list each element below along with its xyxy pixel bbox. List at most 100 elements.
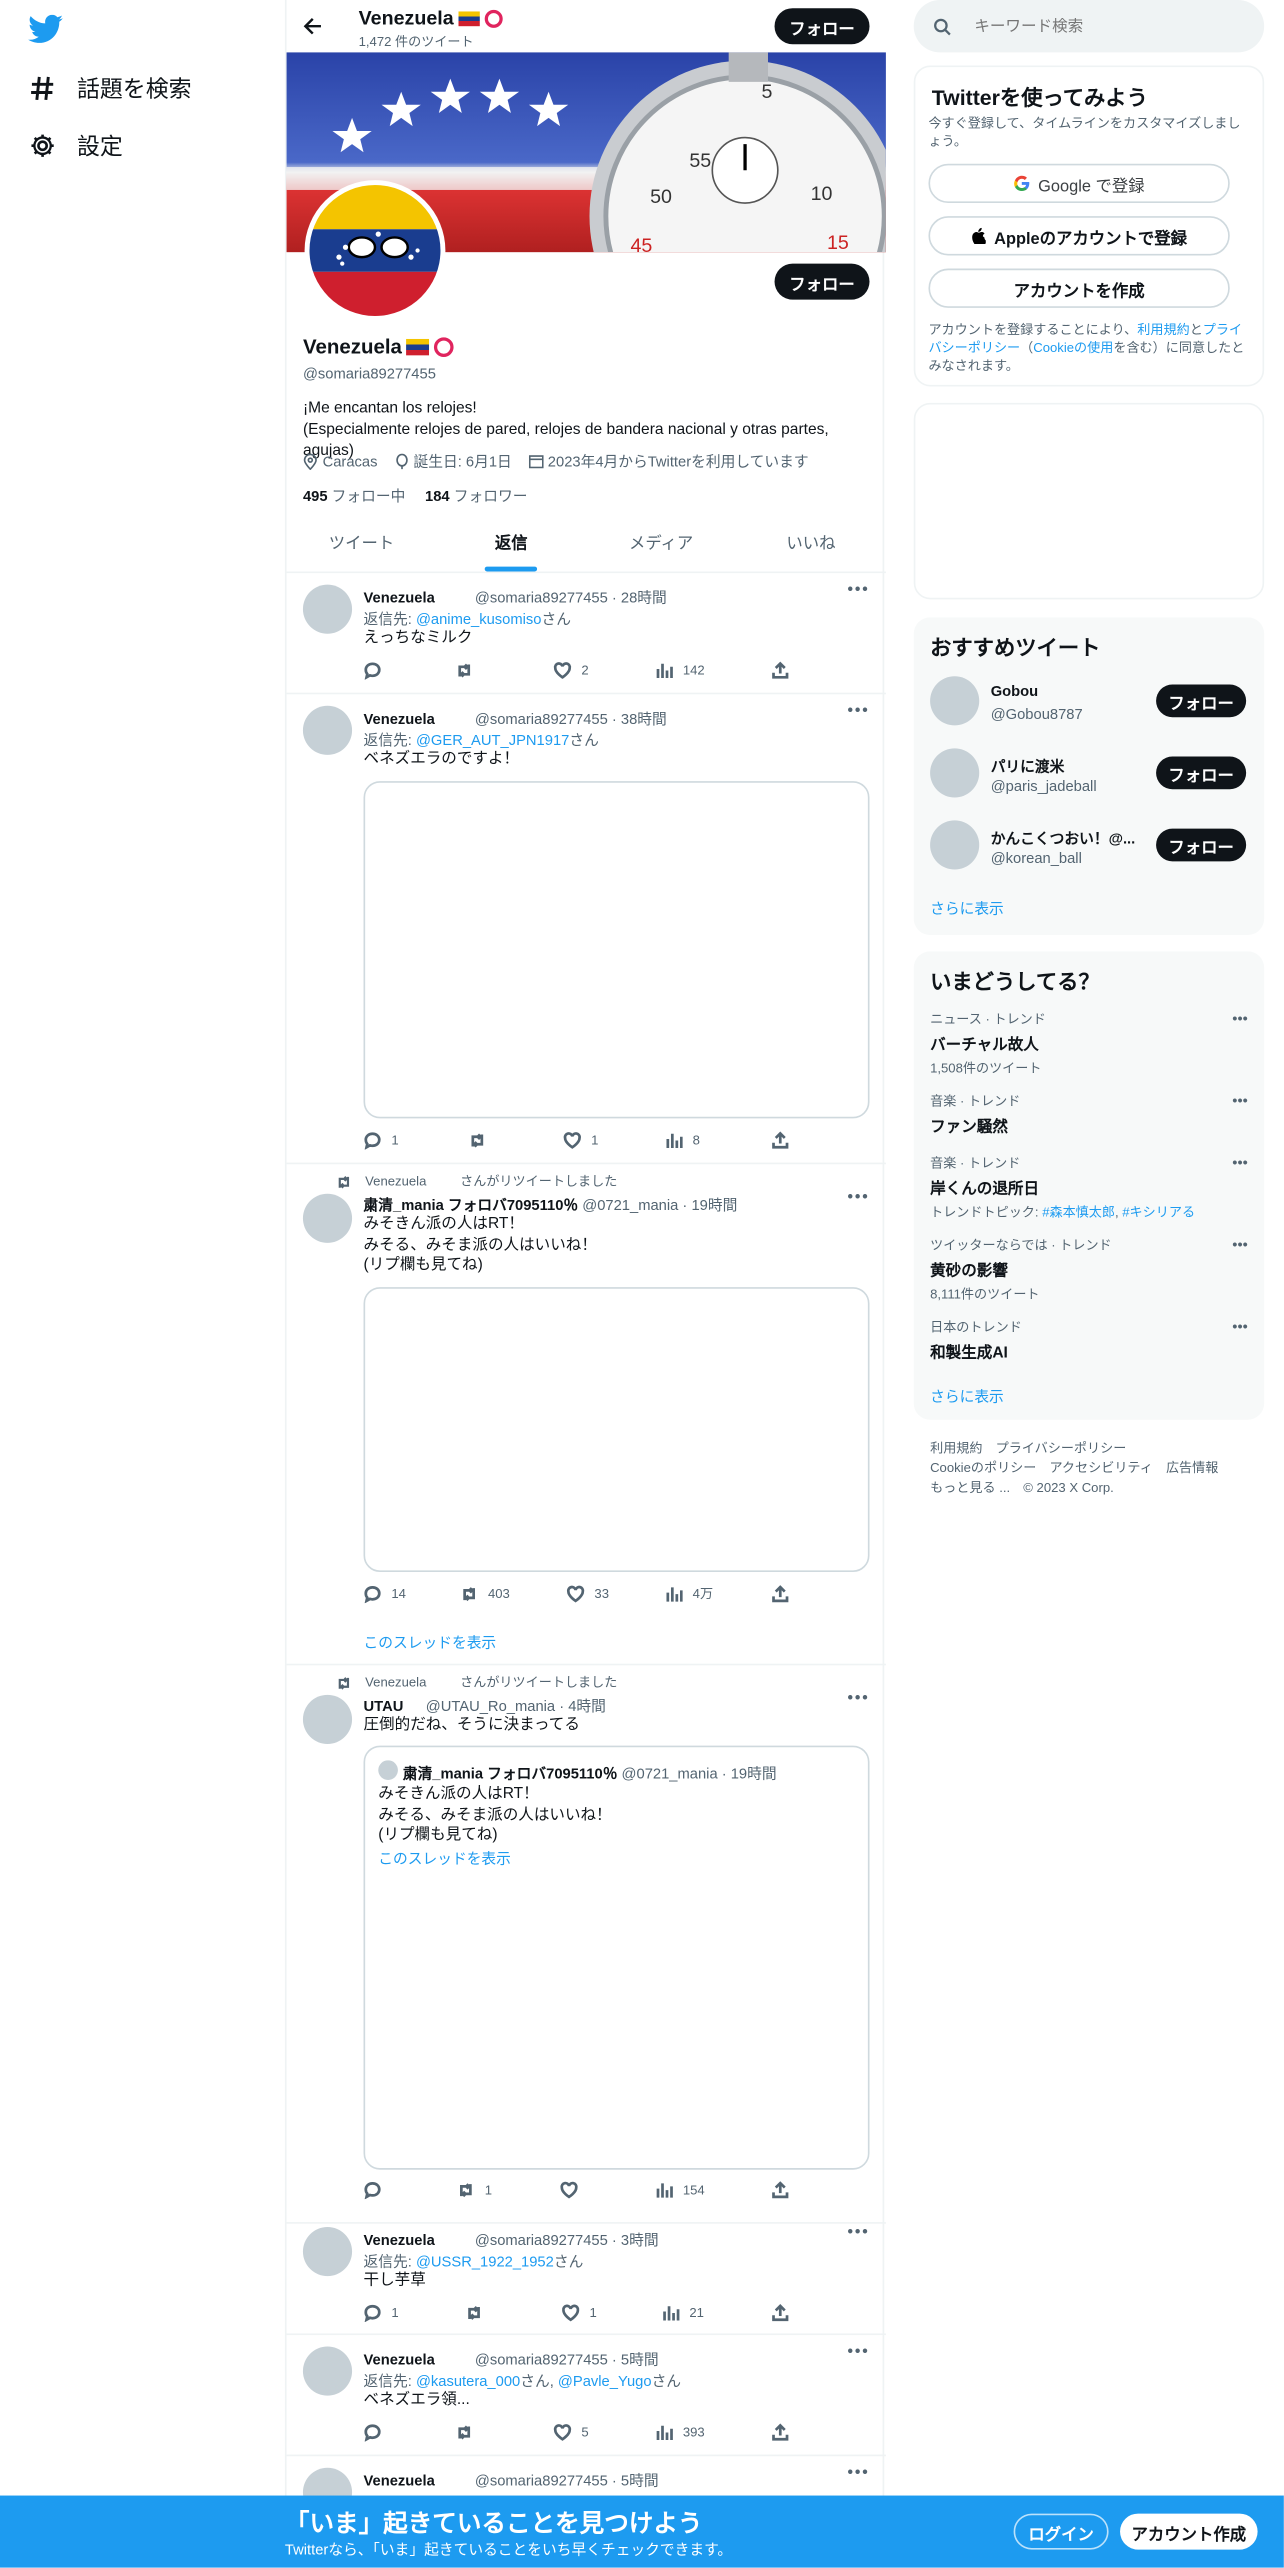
- tweet-author-name[interactable]: 粛清_mania フォロバ7095110％: [364, 1197, 579, 1213]
- terms-link[interactable]: 利用規約: [1137, 323, 1189, 338]
- avatar[interactable]: [302, 2227, 353, 2277]
- more-options-icon[interactable]: •••: [847, 2464, 869, 2482]
- back-arrow-icon[interactable]: [303, 16, 323, 36]
- retweeter-name[interactable]: Venezuela: [365, 1675, 447, 1690]
- tweet-item[interactable]: Venezuela @somaria89277455 · 5時間 ••• 返信先:…: [286, 2335, 886, 2457]
- tweet-item[interactable]: Venezuela @somaria89277455 · 38時間 ••• 返信先…: [286, 694, 886, 1165]
- trend-topic-link[interactable]: #森本慎太郎: [1042, 1205, 1115, 1220]
- trend-item[interactable]: 音楽 · トレンド ファン騒然 •••: [930, 1092, 1248, 1136]
- show-thread-link[interactable]: このスレッドを表示: [364, 1631, 497, 1652]
- reply-to-link[interactable]: @anime_kusomiso: [416, 611, 542, 627]
- reply-to-link[interactable]: @kasutera_000: [416, 2373, 520, 2389]
- suggested-user-name[interactable]: パリに渡米: [991, 755, 1065, 776]
- trends-show-more-link[interactable]: さらに表示: [930, 1385, 1004, 1406]
- tab-likes[interactable]: いいね: [736, 521, 886, 572]
- footer-more-link[interactable]: もっと見る ...: [930, 1480, 1010, 1495]
- share-button[interactable]: [771, 2423, 789, 2442]
- views-button[interactable]: 393: [655, 2424, 705, 2442]
- retweet-button[interactable]: [468, 1132, 496, 1150]
- embedded-media-card[interactable]: [363, 781, 870, 1119]
- avatar[interactable]: [930, 820, 980, 870]
- like-button[interactable]: 2: [553, 662, 589, 680]
- tweet-author-name[interactable]: Venezuela: [364, 2351, 475, 2367]
- views-button[interactable]: 21: [662, 2304, 704, 2322]
- nav-settings[interactable]: 設定: [29, 129, 123, 162]
- footer-accessibility-link[interactable]: アクセシビリティ: [1049, 1461, 1152, 1476]
- reply-to-link[interactable]: @GER_AUT_JPN1917: [416, 732, 569, 748]
- tweet-author-name[interactable]: Venezuela: [364, 590, 475, 606]
- reply-button[interactable]: 14: [364, 1585, 406, 1604]
- avatar[interactable]: [302, 2346, 353, 2396]
- apple-signup-button[interactable]: Appleのアカウントで登録: [928, 216, 1230, 256]
- trend-item[interactable]: ニュース · トレンド バーチャル故人 1,508件のツイート •••: [930, 1010, 1248, 1077]
- reply-to-link[interactable]: @Pavle_Yugo: [558, 2373, 652, 2389]
- create-account-button[interactable]: アカウントを作成: [928, 268, 1230, 308]
- trend-item[interactable]: 音楽 · トレンド 岸くんの退所日 トレンドトピック: #森本慎太郎, #キシリ…: [930, 1154, 1248, 1221]
- retweet-button[interactable]: [455, 662, 483, 680]
- avatar[interactable]: [302, 1694, 353, 1744]
- more-options-icon[interactable]: •••: [847, 702, 869, 720]
- tweet-author-name[interactable]: Venezuela: [364, 2232, 475, 2248]
- reply-button[interactable]: [364, 2181, 392, 2200]
- suggested-user-name[interactable]: Gobou: [991, 683, 1038, 699]
- suggested-user[interactable]: Gobou @Gobou8787 フォロー: [930, 676, 1248, 728]
- trend-item[interactable]: 日本のトレンド 和製生成AI •••: [930, 1318, 1248, 1362]
- retweet-button[interactable]: 1: [457, 2181, 492, 2199]
- avatar[interactable]: [930, 748, 980, 798]
- profile-follow-button[interactable]: フォロー: [774, 263, 870, 300]
- more-options-icon[interactable]: •••: [1232, 1092, 1247, 1108]
- reply-button[interactable]: [364, 2424, 392, 2442]
- reply-button[interactable]: 1: [364, 2304, 399, 2322]
- share-button[interactable]: [771, 1585, 789, 1603]
- more-options-icon[interactable]: •••: [847, 2224, 869, 2242]
- cookie-link[interactable]: Cookieの使用: [1033, 341, 1113, 356]
- more-options-icon[interactable]: •••: [847, 1189, 869, 1207]
- tab-replies[interactable]: 返信: [436, 521, 586, 572]
- retweeter-name[interactable]: Venezuela: [365, 1174, 447, 1189]
- more-options-icon[interactable]: •••: [847, 581, 869, 599]
- suggest-show-more-link[interactable]: さらに表示: [930, 897, 1004, 918]
- quoted-tweet-card[interactable]: 粛清_mania フォロバ7095110％ @0721_mania · 19時間…: [363, 1745, 870, 2170]
- search-box[interactable]: [913, 0, 1265, 53]
- like-button[interactable]: 33: [566, 1585, 609, 1603]
- tweet-author-name[interactable]: Venezuela: [364, 2473, 475, 2489]
- share-button[interactable]: [771, 1131, 789, 1150]
- signup-button[interactable]: アカウント作成: [1120, 2513, 1258, 2550]
- search-input[interactable]: [974, 17, 1220, 36]
- tab-media[interactable]: メディア: [586, 521, 736, 572]
- follow-button[interactable]: フォロー: [1156, 684, 1247, 718]
- twitter-logo-icon[interactable]: [28, 14, 64, 44]
- retweet-button[interactable]: [455, 2424, 483, 2442]
- like-button[interactable]: 5: [553, 2424, 589, 2442]
- more-options-icon[interactable]: •••: [1232, 1318, 1247, 1334]
- suggested-user[interactable]: パリに渡米 @paris_jadeball フォロー: [930, 748, 1248, 800]
- profile-avatar[interactable]: [304, 180, 446, 321]
- tweet-item[interactable]: Venezuela さんがリツイートしました UTAU @UTAU_Ro_mania…: [286, 1665, 886, 2224]
- more-options-icon[interactable]: •••: [847, 2343, 869, 2361]
- like-button[interactable]: 1: [563, 1132, 598, 1150]
- trend-topic-link[interactable]: #キシリアる: [1122, 1205, 1195, 1220]
- avatar[interactable]: [302, 1193, 353, 1243]
- reply-to-link[interactable]: @USSR_1922_1952: [416, 2253, 554, 2269]
- like-button[interactable]: [560, 2181, 588, 2199]
- tweet-author-name[interactable]: Venezuela: [364, 711, 475, 727]
- follow-button[interactable]: フォロー: [1156, 828, 1247, 862]
- suggested-user-name[interactable]: かんこくつおい！@...: [991, 827, 1145, 848]
- following-link[interactable]: 495 フォロー中: [303, 485, 405, 506]
- nav-explore[interactable]: 話題を検索: [29, 72, 192, 105]
- google-signup-button[interactable]: Google で登録: [928, 163, 1230, 204]
- views-button[interactable]: 142: [655, 662, 705, 680]
- quoted-show-thread-link[interactable]: このスレッドを表示: [378, 1847, 511, 1868]
- views-button[interactable]: 154: [655, 2181, 705, 2199]
- tab-tweets[interactable]: ツイート: [287, 521, 437, 572]
- tweet-item[interactable]: Venezuela @somaria89277455 · 3時間 ••• 返信先:…: [286, 2224, 886, 2336]
- footer-privacy-link[interactable]: プライバシーポリシー: [996, 1441, 1127, 1456]
- retweet-button[interactable]: 403: [460, 1585, 510, 1603]
- footer-terms-link[interactable]: 利用規約: [930, 1441, 982, 1456]
- avatar[interactable]: [930, 676, 980, 726]
- avatar[interactable]: [302, 705, 353, 755]
- retweet-button[interactable]: [465, 2304, 493, 2322]
- suggested-user[interactable]: かんこくつおい！@... @korean_ball フォロー: [930, 820, 1248, 872]
- tweet-item[interactable]: Venezuela さんがリツイートしました 粛清_mania フォロバ70951…: [286, 1164, 886, 1666]
- embedded-media-card[interactable]: [363, 1287, 870, 1572]
